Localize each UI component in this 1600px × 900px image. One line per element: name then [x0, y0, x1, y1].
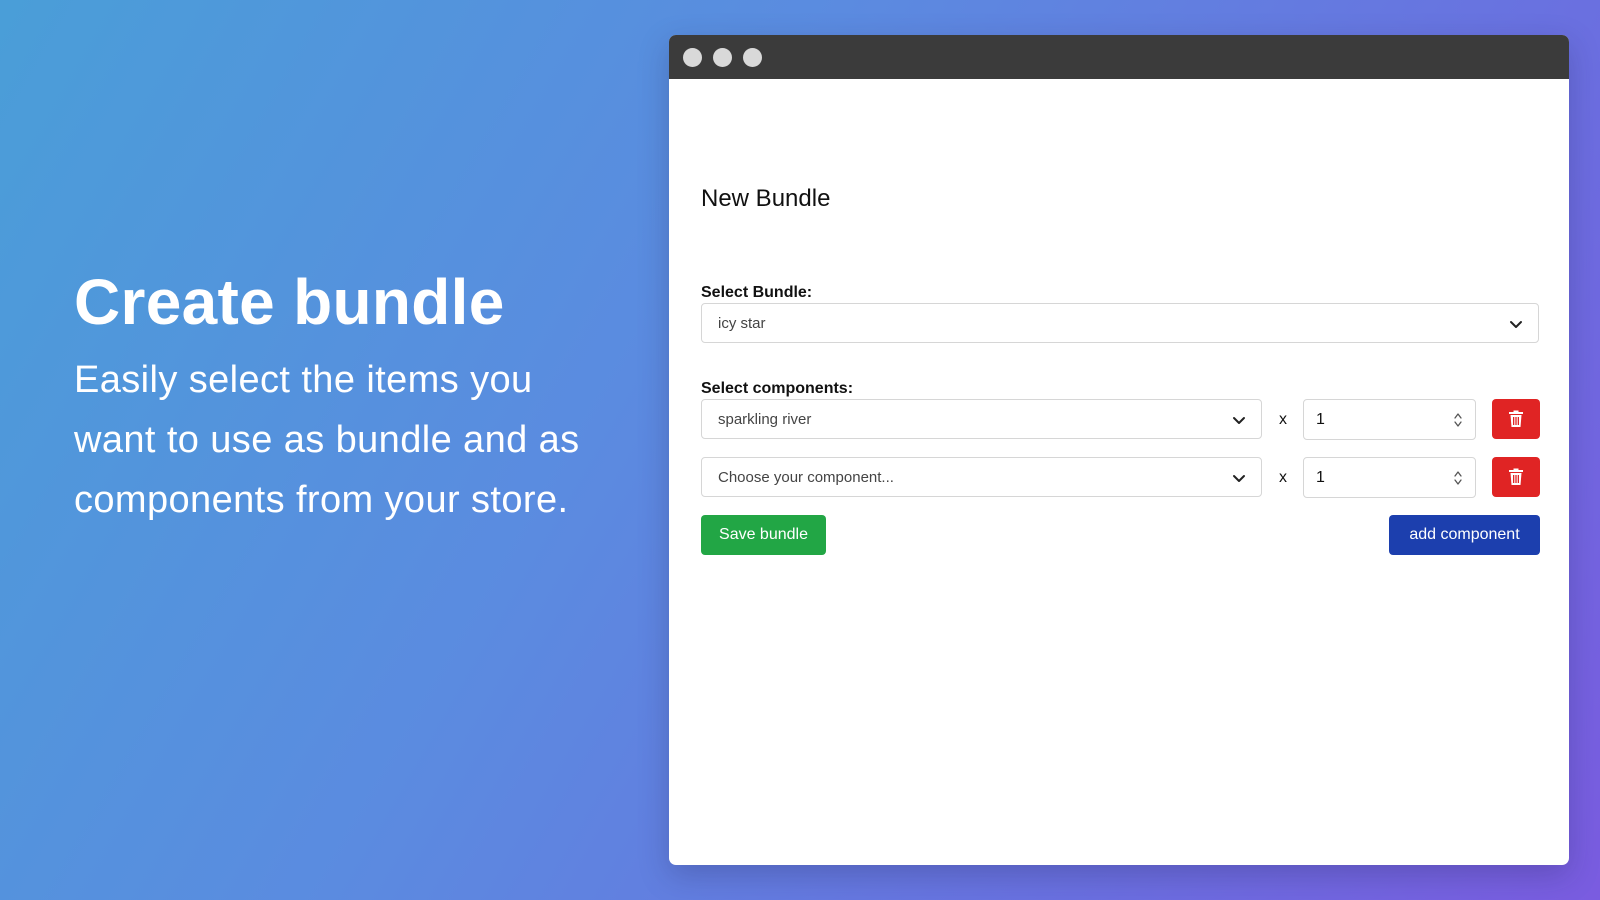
window-maximize-dot[interactable] [743, 47, 762, 67]
component-select[interactable]: Choose your component... [701, 457, 1262, 497]
chevron-down-icon [1510, 321, 1522, 328]
app-window: New Bundle Select Bundle: icy star Selec… [669, 35, 1569, 865]
hero-title: Create bundle [74, 266, 505, 338]
component-select-placeholder: Choose your component... [718, 468, 894, 486]
save-bundle-button[interactable]: Save bundle [701, 515, 826, 555]
chevron-down-icon [1233, 475, 1245, 482]
quantity-stepper[interactable]: 1 [1303, 457, 1476, 498]
trash-icon [1509, 468, 1523, 485]
select-bundle-label: Select Bundle: [701, 284, 813, 301]
component-select[interactable]: sparkling river [701, 399, 1262, 439]
add-component-button[interactable]: add component [1389, 515, 1540, 555]
bundle-select[interactable]: icy star [701, 303, 1539, 343]
window-minimize-dot[interactable] [713, 47, 732, 67]
delete-component-button[interactable] [1492, 457, 1540, 497]
quantity-stepper[interactable]: 1 [1303, 399, 1476, 440]
component-select-value: sparkling river [718, 410, 812, 428]
quantity-value: 1 [1316, 468, 1325, 486]
hero-description: Easily select the items you want to use … [74, 359, 580, 521]
chevron-down-icon [1233, 417, 1245, 424]
multiplier-label: x [1279, 411, 1287, 428]
window-close-dot[interactable] [683, 47, 702, 67]
delete-component-button[interactable] [1492, 399, 1540, 439]
hero-section: Create bundle Easily select the items yo… [74, 262, 594, 530]
stepper-arrows-icon[interactable] [1453, 411, 1463, 429]
select-components-label: Select components: [701, 380, 854, 397]
multiplier-label: x [1279, 469, 1287, 486]
window-titlebar [669, 35, 1569, 79]
bundle-select-value: icy star [718, 314, 766, 332]
page-title: New Bundle [701, 185, 831, 212]
trash-icon [1509, 410, 1523, 427]
stepper-arrows-icon[interactable] [1453, 469, 1463, 487]
quantity-value: 1 [1316, 410, 1325, 428]
